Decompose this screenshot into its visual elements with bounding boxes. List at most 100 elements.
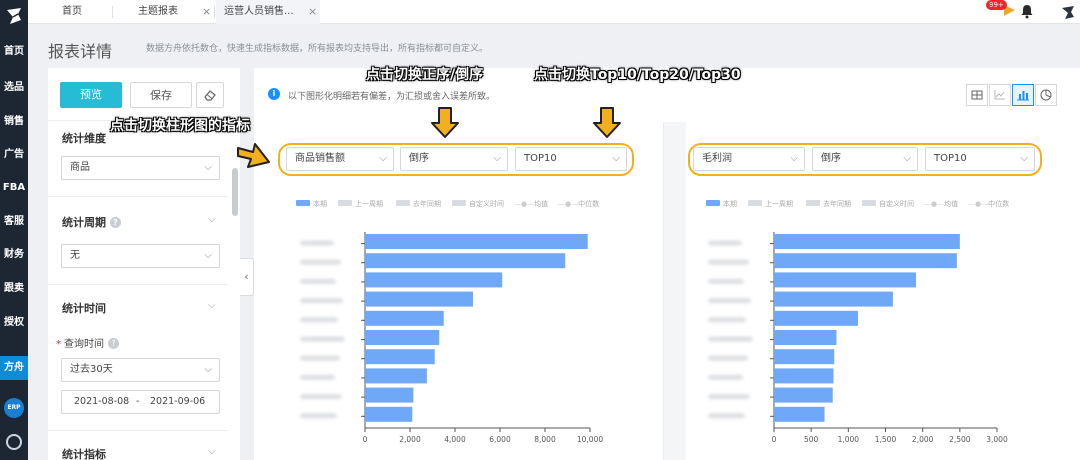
- chevron-down-icon: ⌵: [379, 153, 387, 164]
- tab-current-report[interactable]: 运营人员销售...: [216, 0, 320, 24]
- bar[interactable]: [774, 272, 916, 288]
- panel-scrollbar[interactable]: [232, 168, 238, 216]
- nav-item-sales[interactable]: 销售: [0, 110, 28, 134]
- chevron-down-icon[interactable]: ⌵: [208, 300, 216, 311]
- nav-item-fba[interactable]: FBA: [0, 176, 28, 200]
- chevron-down-icon: ⌵: [790, 153, 798, 164]
- clear-button[interactable]: [196, 82, 224, 108]
- bar[interactable]: [365, 349, 435, 365]
- date-range-picker[interactable]: 2021-08-08 - 2021-09-06: [61, 390, 220, 414]
- bar[interactable]: [365, 253, 566, 269]
- left-order-select[interactable]: 倒序 ⌵: [400, 147, 508, 171]
- tab-home[interactable]: 首页: [54, 0, 124, 24]
- bar[interactable]: [365, 330, 440, 345]
- page-description: 数据方舟依托数仓，快速生成指标数据，所有报表均支持导出，所有指标都可自定义。: [146, 44, 489, 54]
- query-range-select[interactable]: 过去30天 ⌵: [61, 358, 220, 382]
- legend-custom[interactable]: 自定义时间: [452, 199, 504, 209]
- help-icon[interactable]: ?: [110, 217, 121, 228]
- view-table-button[interactable]: [966, 84, 988, 106]
- legend-mean[interactable]: —●—均值: [924, 199, 958, 209]
- app-logo-icon[interactable]: [4, 6, 24, 26]
- chevron-down-icon[interactable]: ⌵: [208, 214, 216, 225]
- bell-icon[interactable]: [1020, 4, 1034, 19]
- view-line-button[interactable]: [989, 84, 1011, 106]
- info-icon: i: [268, 88, 280, 100]
- app-window: 首页 选品 销售 广告 FBA 客服 财务 跟卖 授权 方舟 ERP 首页 主题…: [0, 0, 1080, 460]
- arrow-down-icon: [593, 107, 621, 138]
- legend-prev-period[interactable]: 上一周期: [748, 199, 793, 209]
- legend-last-year[interactable]: 去年同期: [806, 199, 851, 209]
- legend-swatch: [396, 200, 410, 206]
- bar[interactable]: [774, 291, 893, 307]
- annotation-top: 点击切换Top10/Top20/Top30: [534, 67, 741, 83]
- bar[interactable]: [365, 272, 503, 288]
- legend-custom[interactable]: 自定义时间: [862, 199, 914, 209]
- right-metric-select[interactable]: 毛利润 ⌵: [693, 147, 805, 171]
- left-bar-chart: 0 2,000 4,000 6,000 8,000 10,000: [300, 232, 603, 444]
- nav-item-follow[interactable]: 跟卖: [0, 277, 28, 301]
- bar[interactable]: [365, 406, 413, 422]
- nav-item-service[interactable]: 客服: [0, 210, 28, 234]
- bar[interactable]: [774, 368, 834, 384]
- left-top-select[interactable]: TOP10 ⌵: [515, 147, 627, 171]
- right-order-select[interactable]: 倒序 ⌵: [812, 147, 918, 171]
- nav-item-ads[interactable]: 广告: [0, 143, 28, 167]
- legend-current[interactable]: 本期: [296, 199, 327, 209]
- bar[interactable]: [774, 234, 960, 249]
- tab-close-icon[interactable]: ×: [202, 0, 211, 24]
- settings-icon[interactable]: [6, 434, 22, 450]
- nav-item-home[interactable]: 首页: [0, 40, 28, 64]
- preview-button[interactable]: 预览: [60, 82, 122, 108]
- section-divider: [48, 196, 228, 197]
- nav-item-auth[interactable]: 授权: [0, 311, 28, 335]
- nav-item-ark[interactable]: 方舟: [0, 356, 28, 380]
- chevron-down-icon: ⌵: [204, 250, 212, 261]
- query-range-value: 过去30天: [70, 364, 113, 375]
- help-icon[interactable]: ?: [108, 338, 119, 349]
- chevron-down-icon[interactable]: ⌵: [208, 446, 216, 457]
- chevron-down-icon: ⌵: [493, 153, 501, 164]
- nav-item-finance[interactable]: 财务: [0, 243, 28, 267]
- bar[interactable]: [365, 291, 473, 307]
- user-avatar-icon[interactable]: [1060, 4, 1076, 20]
- left-metric-select[interactable]: 商品销售额 ⌵: [286, 147, 394, 171]
- bar[interactable]: [365, 310, 444, 326]
- chart-area: i 以下图形化明细若有偏差，为汇损或舍入误差所致。 商品销售额 ⌵ 倒序 ⌵ TOP…: [254, 68, 1080, 460]
- bar[interactable]: [365, 368, 427, 384]
- legend-label: 上一周期: [765, 200, 793, 208]
- view-bar-button[interactable]: [1012, 84, 1034, 106]
- nav-item-selection[interactable]: 选品: [0, 76, 28, 100]
- x-tick-label: 10,000: [577, 435, 603, 444]
- bar[interactable]: [365, 234, 588, 249]
- right-top-select[interactable]: TOP10 ⌵: [925, 147, 1035, 171]
- bar[interactable]: [774, 253, 957, 269]
- erp-button[interactable]: ERP: [4, 398, 24, 418]
- info-text: 以下图形化明细若有偏差，为汇损或舍入误差所致。: [288, 92, 496, 102]
- bar[interactable]: [774, 387, 833, 403]
- bar[interactable]: [774, 330, 837, 345]
- bar[interactable]: [774, 349, 835, 365]
- legend-prev-period[interactable]: 上一周期: [338, 199, 383, 209]
- legend-median[interactable]: —●—中位数: [968, 199, 1009, 209]
- legend-mean[interactable]: —●—均值: [514, 199, 548, 209]
- tab-close-icon[interactable]: ×: [308, 0, 317, 24]
- legend-swatch: [806, 200, 820, 206]
- bar[interactable]: [774, 406, 825, 422]
- legend-median[interactable]: —●—中位数: [558, 199, 599, 209]
- tab-divider: [214, 6, 215, 18]
- tab-topic-report[interactable]: 主题报表: [130, 0, 210, 24]
- date-start[interactable]: 2021-08-08: [74, 391, 129, 413]
- date-end[interactable]: 2021-09-06: [150, 391, 205, 413]
- legend-current[interactable]: 本期: [706, 199, 737, 209]
- bar[interactable]: [774, 310, 858, 326]
- bar[interactable]: [365, 387, 414, 403]
- blurred-category-label: [300, 298, 343, 304]
- period-select[interactable]: 无 ⌵: [61, 244, 220, 268]
- dimension-select[interactable]: 商品 ⌵: [61, 156, 220, 180]
- save-button[interactable]: 保存: [130, 82, 192, 108]
- legend-last-year[interactable]: 去年同期: [396, 199, 441, 209]
- legend-label: 本期: [313, 200, 327, 208]
- chevron-down-icon: ⌵: [903, 153, 911, 164]
- collapse-panel-button[interactable]: ‹: [240, 258, 254, 296]
- view-pie-button[interactable]: [1035, 84, 1057, 106]
